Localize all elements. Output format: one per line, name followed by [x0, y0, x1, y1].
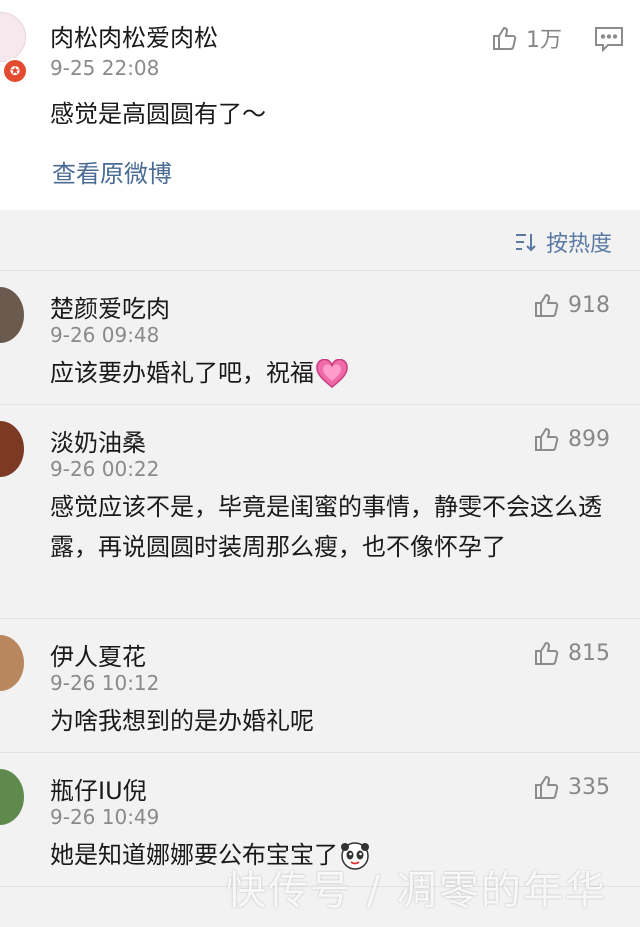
thumbs-up-icon	[535, 775, 559, 799]
post-time: 9-25 22:08	[50, 56, 160, 80]
thumbs-up-icon	[535, 293, 559, 317]
like-count: 918	[568, 292, 610, 318]
comment-item: 楚颜爱吃肉 9-26 09:48 应该要办婚礼了吧，祝福 918	[0, 270, 640, 405]
sort-label: 按热度	[546, 232, 613, 257]
thumbs-up-icon	[535, 427, 559, 451]
view-original-link[interactable]: 查看原微博	[52, 154, 172, 189]
avatar[interactable]	[0, 12, 26, 62]
like-count: 335	[568, 774, 610, 800]
comment-username[interactable]: 瓶仔IU倪	[50, 771, 147, 806]
verified-badge-icon: ✪	[2, 58, 28, 84]
like-button[interactable]: 918	[532, 291, 610, 319]
like-button[interactable]: 815	[532, 639, 610, 667]
like-button[interactable]: 899	[532, 425, 610, 453]
comment-time: 9-26 09:48	[50, 323, 160, 347]
avatar[interactable]	[0, 635, 24, 691]
thumbs-up-icon	[535, 641, 559, 665]
sort-bar: 按热度	[0, 210, 640, 270]
pink-heart-icon	[316, 359, 348, 388]
comment-username[interactable]: 伊人夏花	[50, 637, 146, 672]
post-username[interactable]: 肉松肉松爱肉松	[50, 18, 218, 53]
comment-time: 9-26 10:49	[50, 805, 160, 829]
avatar[interactable]	[0, 287, 24, 343]
post-text: 感觉是高圆圆有了～	[50, 100, 266, 128]
thumbs-up-icon	[493, 26, 517, 50]
avatar[interactable]	[0, 421, 24, 477]
like-count: 815	[568, 640, 610, 666]
like-count: 1万	[526, 28, 562, 53]
comment-item: 伊人夏花 9-26 10:12 为啥我想到的是办婚礼呢 815	[0, 618, 640, 753]
like-count: 899	[568, 426, 610, 452]
sort-by-hot-button[interactable]: 按热度	[514, 226, 612, 258]
original-post: ✪ 肉松肉松爱肉松 9-25 22:08 感觉是高圆圆有了～ 查看原微博 1万	[0, 0, 640, 210]
comment-username[interactable]: 楚颜爱吃肉	[50, 289, 170, 324]
sort-icon	[516, 234, 536, 252]
comment-text: 感觉应该不是，毕竟是闺蜜的事情，静雯不会这么透露，再说圆圆时装周那么瘦，也不像怀…	[50, 493, 602, 561]
comment-icon[interactable]	[594, 26, 624, 52]
like-button[interactable]: 335	[532, 773, 610, 801]
comment-text: 为啥我想到的是办婚礼呢	[50, 707, 314, 735]
like-button[interactable]: 1万	[490, 22, 562, 54]
comment-time: 9-26 10:12	[50, 671, 160, 695]
comment-time: 9-26 00:22	[50, 457, 160, 481]
comment-text: 应该要办婚礼了吧，祝福	[50, 353, 610, 393]
watermark: 快传号 / 凋零的年华	[226, 868, 607, 914]
avatar[interactable]	[0, 769, 24, 825]
comment-item: 淡奶油桑 9-26 00:22 感觉应该不是，毕竟是闺蜜的事情，静雯不会这么透露…	[0, 404, 640, 619]
comment-username[interactable]: 淡奶油桑	[50, 423, 146, 458]
